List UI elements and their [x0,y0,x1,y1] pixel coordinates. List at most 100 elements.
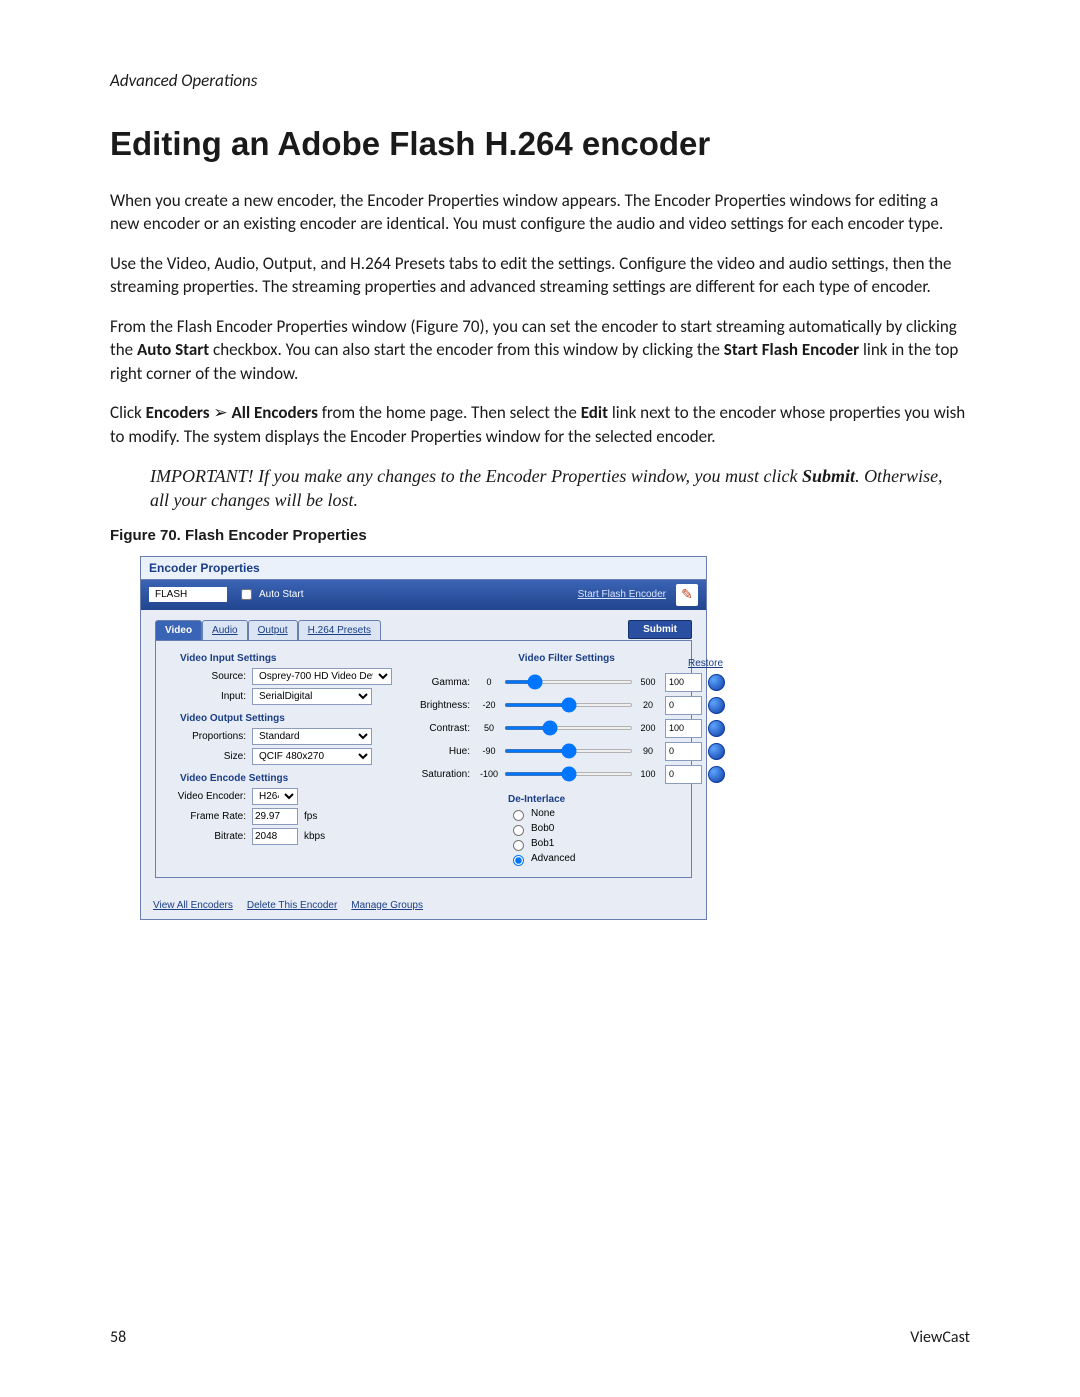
body-paragraph-1: When you create a new encoder, the Encod… [110,189,970,236]
auto-start-input[interactable] [241,589,252,600]
hue-slider[interactable] [504,749,633,753]
size-select[interactable]: QCIF 480x270 [252,748,372,765]
saturation-slider[interactable] [504,772,633,776]
bitrate-field[interactable] [252,828,298,845]
label-brightness: Brightness: [408,700,476,711]
gamma-min: 0 [476,677,502,687]
section-video-input: Video Input Settings [180,653,392,664]
bold-all-encoders: All Encoders [231,402,317,423]
bold-encoders: Encoders [146,402,210,423]
label-saturation: Saturation: [408,769,476,780]
tool-icon[interactable]: ✎ [676,584,698,606]
brightness-reset-icon[interactable] [708,697,725,714]
contrast-reset-icon[interactable] [708,720,725,737]
start-flash-encoder-link[interactable]: Start Flash Encoder [578,589,666,600]
label-size: Size: [166,751,252,762]
video-tab-panel: Video Input Settings Source: Osprey-700 … [155,640,692,878]
deinterlace-heading: De-Interlace [508,794,725,805]
body-paragraph-4: Click Encoders ➢ All Encoders from the h… [110,401,970,448]
tab-output[interactable]: Output [248,620,298,640]
bold-auto-start: Auto Start [137,339,209,360]
label-gamma: Gamma: [408,677,476,688]
gamma-max: 500 [635,677,661,687]
contrast-min: 50 [476,723,502,733]
label-input: Input: [166,691,252,702]
deinterlace-advanced-label: Advanced [531,853,575,864]
source-select[interactable]: Osprey-700 HD Video Device 1 [252,668,392,685]
gamma-slider[interactable] [504,680,633,684]
brightness-min: -20 [476,700,502,710]
text: from the home page. Then select the [318,402,581,423]
tab-presets[interactable]: H.264 Presets [298,620,381,640]
bold-start-flash: Start Flash Encoder [724,339,859,360]
bottom-links: View All Encoders Delete This Encoder Ma… [141,892,706,919]
footer-brand: ViewCast [910,1328,970,1347]
text: checkbox. You can also start the encoder… [209,339,724,360]
contrast-slider[interactable] [504,726,633,730]
deinterlace-bob1-label: Bob1 [531,838,554,849]
label-hue: Hue: [408,746,476,757]
saturation-max: 100 [635,769,661,779]
section-video-output: Video Output Settings [180,713,392,724]
section-video-encode: Video Encode Settings [180,773,392,784]
important-note: IMPORTANT! If you make any changes to th… [150,464,970,513]
deinterlace-bob1-radio[interactable] [513,840,524,851]
saturation-min: -100 [476,769,502,779]
tab-video[interactable]: Video [155,620,202,640]
input-select[interactable]: SerialDigital [252,688,372,705]
contrast-value[interactable] [665,719,702,738]
saturation-value[interactable] [665,765,702,784]
label-video-encoder: Video Encoder: [166,791,252,802]
manage-groups-link[interactable]: Manage Groups [351,900,423,911]
proportions-select[interactable]: Standard [252,728,372,745]
encoder-properties-window: Encoder Properties FLASH Auto Start Star… [140,556,707,920]
title-bar: FLASH Auto Start Start Flash Encoder ✎ [141,580,706,610]
encoder-name-field[interactable]: FLASH [149,587,227,602]
deinterlace-bob0-radio[interactable] [513,825,524,836]
delete-this-encoder-link[interactable]: Delete This Encoder [247,900,337,911]
deinterlace-none-radio[interactable] [513,810,524,821]
text: IMPORTANT! If you make any changes to th… [150,466,802,486]
gamma-reset-icon[interactable] [708,674,725,691]
saturation-reset-icon[interactable] [708,766,725,783]
contrast-row: Contrast: 50 200 [408,719,725,738]
bold-submit: Submit [802,466,855,486]
label-bitrate: Bitrate: [166,831,252,842]
label-frame-rate: Frame Rate: [166,811,252,822]
unit-kbps: kbps [298,831,325,842]
body-paragraph-2: Use the Video, Audio, Output, and H.264 … [110,252,970,299]
hue-min: -90 [476,746,502,756]
tab-audio[interactable]: Audio [202,620,248,640]
video-encoder-select[interactable]: H264 [252,788,298,805]
submit-button[interactable]: Submit [628,620,692,639]
label-source: Source: [166,671,252,682]
hue-row: Hue: -90 90 [408,742,725,761]
tab-bar: Video Audio Output H.264 Presets [155,620,381,640]
bold-edit: Edit [581,402,608,423]
frame-rate-field[interactable] [252,808,298,825]
page-number: 58 [110,1328,126,1347]
deinterlace-bob0-label: Bob0 [531,823,554,834]
body-paragraph-3: From the Flash Encoder Properties window… [110,315,970,385]
deinterlace-advanced-radio[interactable] [513,855,524,866]
hue-value[interactable] [665,742,702,761]
brightness-value[interactable] [665,696,702,715]
hue-reset-icon[interactable] [708,743,725,760]
label-contrast: Contrast: [408,723,476,734]
figure-caption: Figure 70. Flash Encoder Properties [110,527,970,544]
saturation-row: Saturation: -100 100 [408,765,725,784]
brightness-slider[interactable] [504,703,633,707]
auto-start-label: Auto Start [259,589,303,600]
view-all-encoders-link[interactable]: View All Encoders [153,900,233,911]
running-header: Advanced Operations [110,70,970,91]
gamma-row: Gamma: 0 500 [408,673,725,692]
brightness-row: Brightness: -20 20 [408,696,725,715]
page-title: Editing an Adobe Flash H.264 encoder [110,125,970,163]
unit-fps: fps [298,811,317,822]
window-title: Encoder Properties [141,557,706,580]
arrow-icon: ➢ [213,403,227,422]
auto-start-checkbox[interactable]: Auto Start [237,586,303,603]
gamma-value[interactable] [665,673,702,692]
contrast-max: 200 [635,723,661,733]
deinterlace-group: De-Interlace None Bob0 Bob1 Advanced [408,794,725,866]
